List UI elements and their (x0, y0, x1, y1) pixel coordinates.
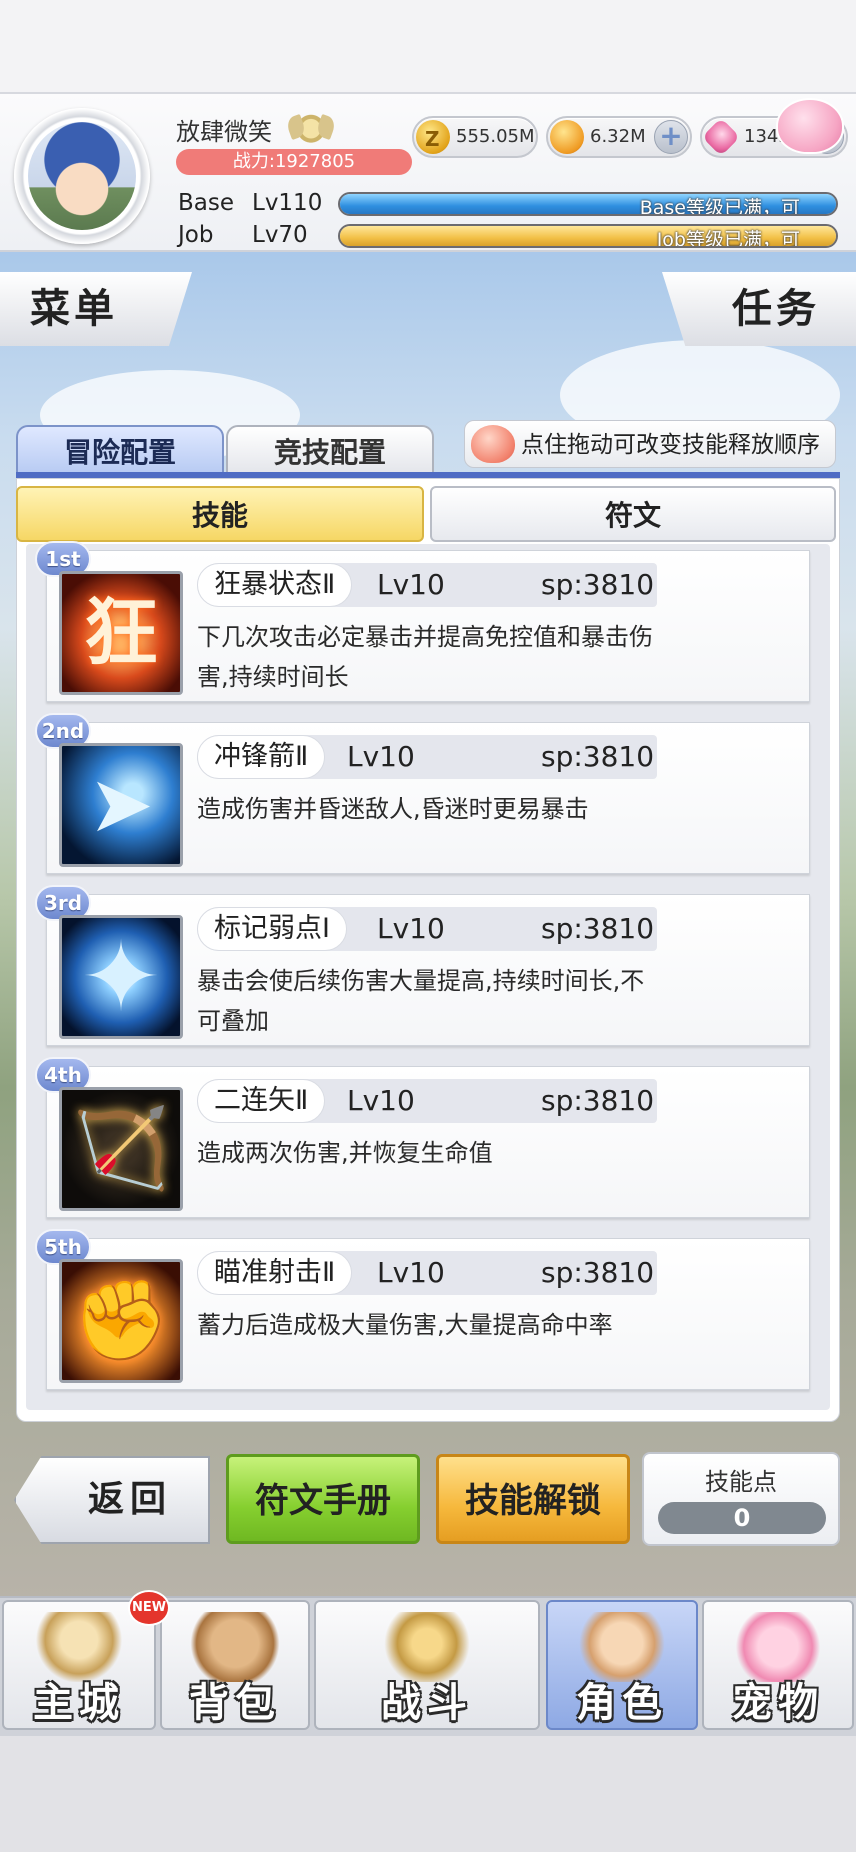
job-level: Lv70 (252, 222, 308, 248)
skill-unlock-button[interactable]: 技能解锁 (436, 1454, 630, 1544)
coin-amount: 6.32M (590, 126, 646, 147)
task-button[interactable]: 任务 (662, 272, 856, 346)
nav-battle[interactable]: 战斗 (314, 1600, 540, 1730)
skill-level: Lv10 (377, 1256, 445, 1289)
berserk-icon: 狂 (59, 571, 183, 695)
skill-level: Lv10 (347, 740, 415, 773)
combat-power: 战力:1927805 (176, 149, 412, 175)
poring-icon (471, 425, 515, 463)
skill-card[interactable]: 1st 狂 狂暴状态Ⅱ Lv10 sp:3810 下几次攻击必定暴击并提高免控值… (35, 541, 810, 702)
nav-pet[interactable]: 宠物 (702, 1600, 854, 1730)
aimed-shot-icon: ✊ (59, 1259, 183, 1383)
base-exp-bar: Base等级已满，可 (338, 192, 838, 216)
zeny-icon (416, 120, 450, 158)
skill-level: Lv10 (377, 568, 445, 601)
player-header: 放肆微笑 战力:1927805 555.05M 6.32M + 13450 + … (0, 92, 856, 252)
skill-name: 标记弱点Ⅰ (197, 907, 347, 951)
aimed-shot-glyph: ✊ (72, 1276, 170, 1366)
skill-card[interactable]: 4th 🏹 二连矢Ⅱ Lv10 sp:3810 造成两次伤害,并恢复生命值 (35, 1057, 810, 1218)
skill-description: 蓄力后造成极大量伤害,大量提高命中率 (197, 1311, 613, 1339)
skill-sp: sp:3810 (541, 740, 655, 773)
player-name: 放肆微笑 (176, 118, 272, 146)
skill-name: 狂暴状态Ⅱ (197, 563, 353, 607)
skill-card[interactable]: 2nd ➤ 冲锋箭Ⅱ Lv10 sp:3810 造成伤害并昏迷敌人,昏迷时更易暴… (35, 713, 810, 874)
skill-description: 下几次攻击必定暴击并提高免控值和暴击伤害,持续时间长 (197, 623, 653, 691)
bottom-blank-area (0, 1735, 856, 1852)
skill-name: 二连矢Ⅱ (197, 1079, 326, 1123)
nav-label: 主城 (33, 1680, 125, 1726)
add-coin-button[interactable]: + (654, 120, 688, 154)
skill-sp: sp:3810 (541, 1084, 655, 1117)
nav-label: 宠物 (732, 1680, 824, 1726)
tab-adventure-config[interactable]: 冒险配置 (16, 425, 224, 475)
nav-character[interactable]: 角色 (546, 1600, 698, 1730)
skill-sp: sp:3810 (541, 1256, 655, 1289)
zeny-amount: 555.05M (456, 126, 535, 147)
tab-skill[interactable]: 技能 (16, 486, 424, 542)
drag-hint-text: 点住拖动可改变技能释放顺序 (521, 432, 820, 458)
job-label: Job (178, 222, 214, 248)
rune-manual-button[interactable]: 符文手册 (226, 1454, 420, 1544)
nav-label: 角色 (576, 1680, 668, 1726)
berserk-glyph: 狂 (84, 590, 158, 676)
base-label: Base (178, 190, 235, 216)
menu-button[interactable]: 菜单 (0, 272, 192, 346)
skill-level: Lv10 (347, 1084, 415, 1117)
skill-sp: sp:3810 (541, 912, 655, 945)
double-arrow-glyph: 🏹 (72, 1104, 170, 1194)
mark-weakness-glyph: ✦ (80, 921, 162, 1033)
tab-rune[interactable]: 符文 (430, 486, 836, 542)
skill-sp: sp:3810 (541, 568, 655, 601)
skill-points-value: 0 (658, 1502, 826, 1534)
skill-card[interactable]: 5th ✊ 瞄准射击Ⅱ Lv10 sp:3810 蓄力后造成极大量伤害,大量提高… (35, 1229, 810, 1390)
tab-arena-config[interactable]: 竞技配置 (226, 425, 434, 475)
charge-arrow-glyph: ➤ (88, 760, 154, 850)
skill-name: 瞄准射击Ⅱ (197, 1251, 353, 1295)
charge-arrow-icon: ➤ (59, 743, 183, 867)
poring-icon[interactable] (776, 98, 844, 154)
base-exp-text: Base等级已满，可 (639, 197, 800, 216)
skill-description: 造成两次伤害,并恢复生命值 (197, 1139, 493, 1167)
coin-icon (550, 120, 584, 154)
zeny-currency: 555.05M (412, 116, 538, 158)
drag-hint: 点住拖动可改变技能释放顺序 (464, 420, 836, 468)
nav-label: 背包 (189, 1680, 281, 1726)
coin-currency: 6.32M + (546, 116, 692, 158)
back-button[interactable]: 返回 (14, 1456, 210, 1544)
gem-icon (701, 117, 741, 157)
new-badge: NEW (128, 1590, 170, 1626)
skill-name: 冲锋箭Ⅱ (197, 735, 326, 779)
base-level: Lv110 (252, 190, 323, 216)
skill-description: 暴击会使后续伤害大量提高,持续时间长,不可叠加 (197, 967, 645, 1035)
avatar-portrait (28, 122, 136, 230)
nav-backpack[interactable]: 背包 (160, 1600, 310, 1730)
skill-card[interactable]: 3rd ✦ 标记弱点Ⅰ Lv10 sp:3810 暴击会使后续伤害大量提高,持续… (35, 885, 810, 1046)
mark-weakness-icon: ✦ (59, 915, 183, 1039)
skill-points-label: 技能点 (705, 1468, 777, 1496)
job-exp-bar: Job等级已满，可 (338, 224, 838, 248)
avatar[interactable] (14, 108, 150, 244)
rank-medal-icon[interactable] (288, 110, 334, 144)
nav-label: 战斗 (381, 1680, 473, 1726)
skill-description: 造成伤害并昏迷敌人,昏迷时更易暴击 (197, 795, 589, 823)
top-blank-area (0, 0, 856, 92)
double-arrow-icon: 🏹 (59, 1087, 183, 1211)
skill-points-box: 技能点 0 (642, 1452, 840, 1546)
skill-level: Lv10 (377, 912, 445, 945)
job-exp-text: Job等级已满，可 (656, 229, 800, 248)
